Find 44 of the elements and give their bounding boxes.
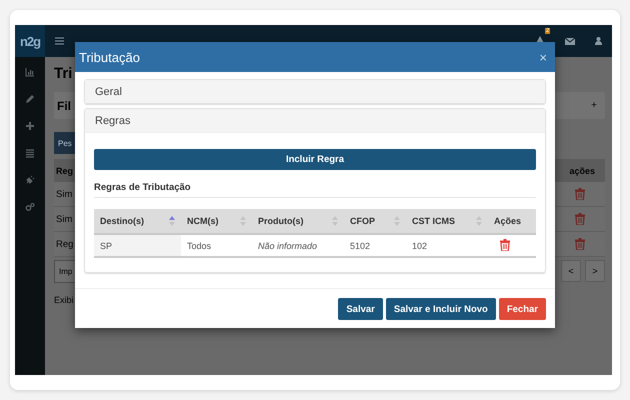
delete-icon[interactable] [575, 238, 585, 250]
panel-title: Fil [57, 98, 71, 112]
close-button[interactable]: Fechar [498, 298, 546, 320]
delete-icon[interactable] [500, 238, 510, 250]
add-rule-button[interactable]: Incluir Regra [94, 149, 536, 170]
table-cell: Reg [56, 238, 74, 250]
plus-icon[interactable] [25, 121, 35, 131]
column-header: Reg [56, 166, 74, 176]
column-header[interactable]: Destino(s) [94, 209, 181, 234]
table-cell: Sim [56, 214, 72, 224]
list-icon[interactable] [25, 148, 35, 158]
accordion-header[interactable]: Regras [85, 109, 545, 132]
delete-icon[interactable] [575, 188, 585, 200]
column-header[interactable]: Produto(s) [252, 209, 344, 234]
column-header: Ações [488, 209, 536, 234]
table-cell: Sim [56, 188, 72, 200]
sort-icon[interactable] [169, 216, 175, 226]
close-icon[interactable]: × [539, 50, 547, 64]
footer-text: Exibi [54, 295, 74, 305]
table-cell: Todos [181, 234, 252, 257]
table-cell: 5102 [344, 234, 406, 257]
table-cell: Não informado [252, 234, 344, 257]
pagination-button[interactable]: < [561, 260, 581, 282]
column-header[interactable]: CFOP [344, 209, 406, 234]
section-heading: Regras de Tributação [94, 182, 536, 198]
table-cell: 102 [406, 234, 488, 257]
modal-title: Tributação [79, 50, 140, 64]
add-icon[interactable]: + [591, 100, 597, 111]
column-header[interactable]: CST ICMS [406, 209, 488, 234]
table-cell: SP [94, 234, 181, 257]
menu-icon[interactable] [55, 37, 64, 45]
delete-icon[interactable] [575, 213, 585, 225]
page-title: Tri [54, 65, 72, 82]
logo[interactable]: n2g [15, 25, 45, 57]
mail-icon[interactable] [565, 38, 575, 44]
column-header[interactable]: NCM(s) [181, 209, 252, 234]
chart-icon[interactable] [25, 67, 35, 77]
save-button[interactable]: Salvar [338, 298, 383, 320]
pencil-icon[interactable] [25, 94, 35, 104]
column-header: ações [569, 166, 595, 176]
pagination-button[interactable]: > [585, 260, 605, 282]
accordion-header[interactable]: Geral [85, 80, 545, 103]
user-icon[interactable] [595, 37, 602, 45]
save-button[interactable]: Salvar e Incluir Novo [386, 298, 496, 320]
